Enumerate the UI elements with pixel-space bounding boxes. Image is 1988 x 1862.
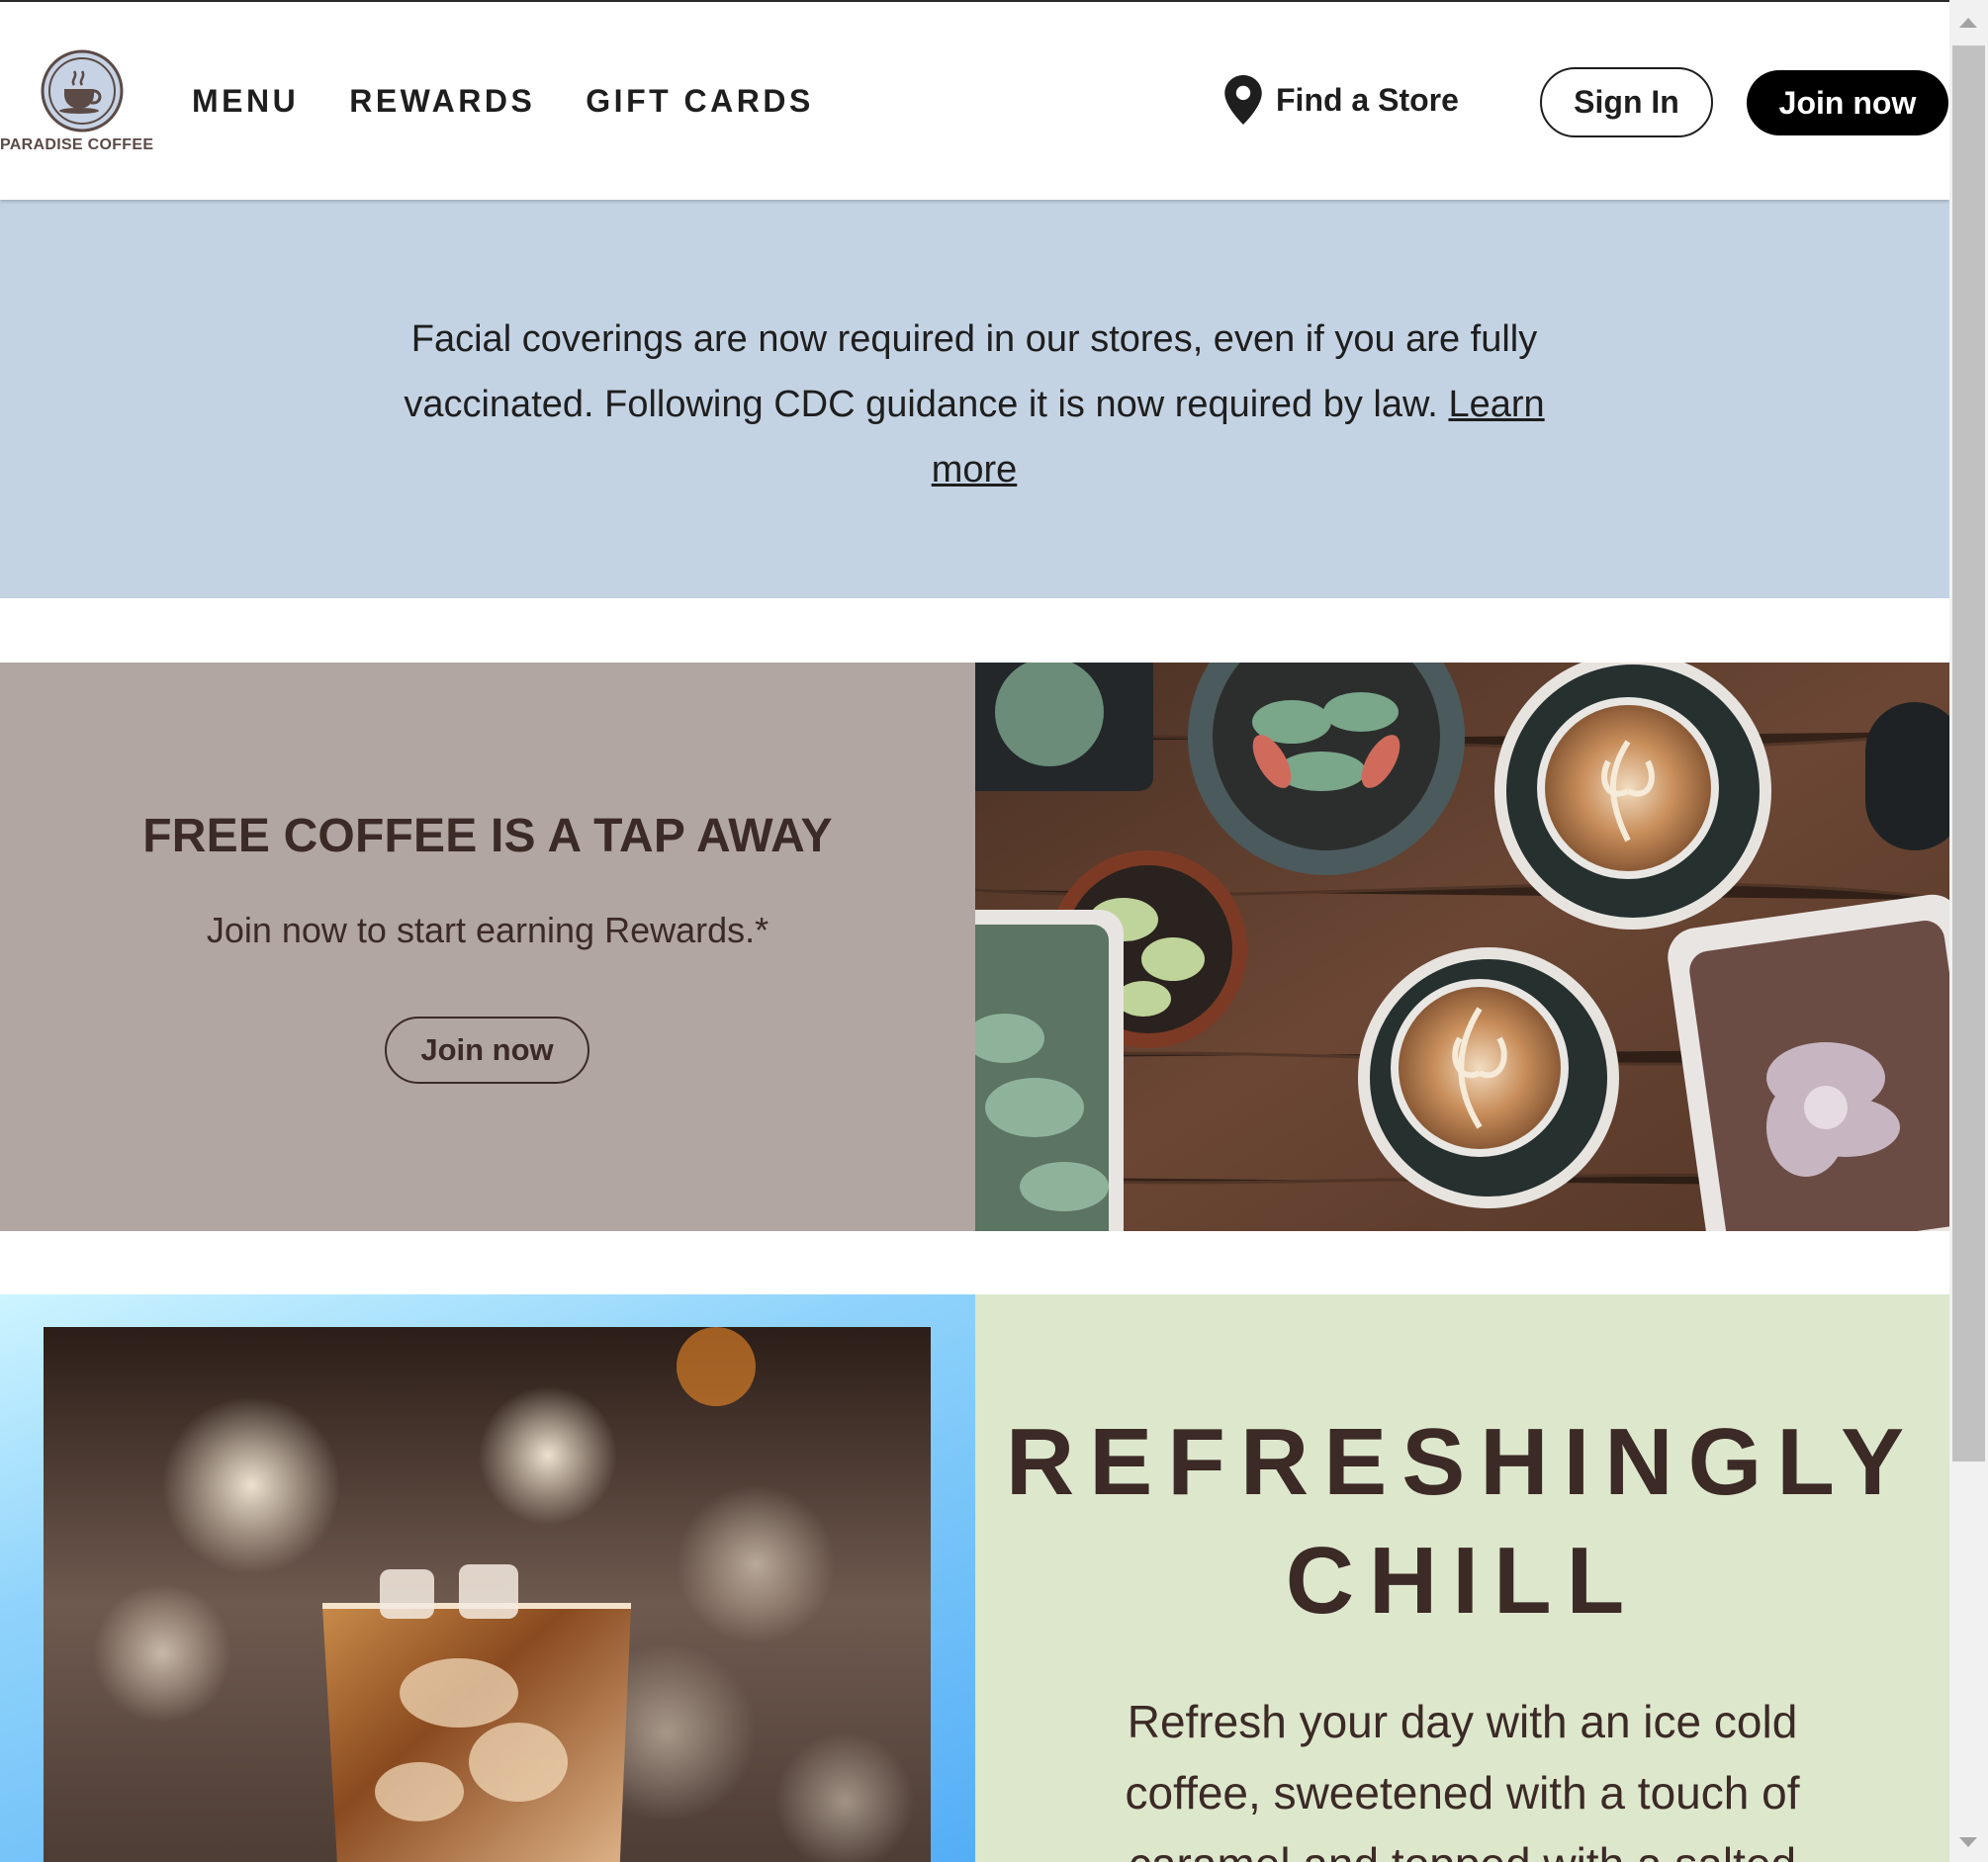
main-nav: MENU REWARDS GIFT CARDS [192, 83, 814, 120]
chill-title: REFRESHINGLY CHILL [975, 1403, 1949, 1640]
page-viewport: PARADISE COFFEE MENU REWARDS GIFT CARDS … [0, 0, 1949, 1862]
iced-coffee-image-panel [0, 1294, 975, 1862]
scroll-up-arrow-icon[interactable] [1959, 18, 1977, 28]
chill-title-line-1: REFRESHINGLY [1005, 1409, 1920, 1515]
promo-join-now-button[interactable]: Join now [385, 1017, 589, 1084]
promo-title: FREE COFFEE IS A TAP AWAY [142, 810, 833, 862]
coffee-cup-logo-icon [41, 49, 124, 133]
iced-coffee-section: REFRESHINGLY CHILL Refresh your day with… [0, 1294, 1949, 1862]
notice-text: Facial coverings are now required in our… [404, 318, 1538, 425]
chill-title-line-2: CHILL [1285, 1528, 1640, 1634]
nav-item-gift-cards[interactable]: GIFT CARDS [586, 83, 814, 120]
site-header: PARADISE COFFEE MENU REWARDS GIFT CARDS … [0, 2, 1949, 200]
chill-description: Refresh your day with an ice cold coffee… [1125, 1696, 1800, 1862]
scrollbar-thumb[interactable] [1952, 45, 1985, 1462]
sign-in-button[interactable]: Sign In [1540, 67, 1713, 137]
logo-wordmark: PARADISE COFFEE [0, 136, 154, 153]
find-a-store-label: Find a Store [1276, 81, 1459, 118]
notice-message: Facial coverings are now required in our… [396, 307, 1553, 502]
site-logo[interactable]: PARADISE COFFEE [0, 49, 168, 158]
iced-coffee-glass-photo [44, 1327, 931, 1862]
find-a-store-link[interactable]: Find a Store [1224, 75, 1459, 125]
vertical-scrollbar[interactable] [1949, 0, 1988, 1862]
promo-subtitle: Join now to start earning Rewards.* [206, 910, 769, 950]
nav-item-rewards[interactable]: REWARDS [349, 83, 535, 120]
coffee-cups-and-succulents-photo [975, 663, 1949, 1231]
location-pin-icon [1224, 75, 1262, 125]
join-now-button[interactable]: Join now [1747, 70, 1948, 135]
nav-item-menu[interactable]: MENU [192, 83, 299, 120]
scroll-down-arrow-icon[interactable] [1959, 1837, 1977, 1847]
promo-text-panel: FREE COFFEE IS A TAP AWAY Join now to st… [0, 663, 975, 1231]
iced-coffee-text-panel: REFRESHINGLY CHILL Refresh your day with… [975, 1294, 1949, 1862]
rewards-promo-section: FREE COFFEE IS A TAP AWAY Join now to st… [0, 663, 1949, 1231]
